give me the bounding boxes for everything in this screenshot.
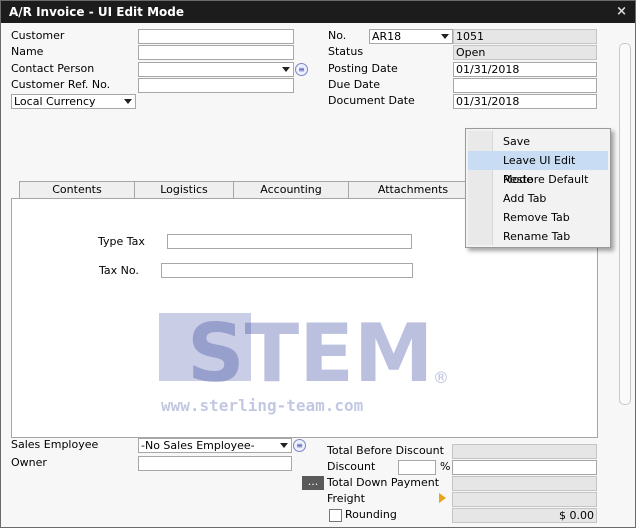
link-arrow-icon[interactable]: ≡ (293, 439, 306, 452)
total-down-payment-field (452, 476, 597, 491)
owner-field[interactable] (138, 456, 292, 471)
chevron-down-icon (282, 67, 290, 72)
window-title: A/R Invoice - UI Edit Mode (9, 5, 184, 19)
sales-employee-value: -No Sales Employee- (141, 439, 255, 452)
invoice-window: A/R Invoice - UI Edit Mode × Customer Na… (0, 0, 636, 528)
tax-no-label: Tax No. (99, 264, 139, 277)
total-down-payment-label: Total Down Payment (327, 476, 440, 489)
svg-text:www.sterling-team.com: www.sterling-team.com (161, 396, 364, 415)
no-label: No. (328, 29, 347, 42)
type-tax-label: Type Tax (98, 235, 145, 248)
chevron-down-icon (124, 99, 132, 104)
discount-percent-field[interactable] (398, 460, 436, 475)
customer-field[interactable] (138, 29, 294, 44)
tax-no-field[interactable] (161, 263, 413, 278)
tab-accounting[interactable]: Accounting (233, 181, 349, 198)
document-date-label: Document Date (328, 94, 415, 107)
chevron-down-icon (441, 34, 449, 39)
contact-person-dropdown[interactable] (138, 62, 294, 77)
rounding-amount-field: $ 0.00 (452, 508, 597, 523)
tab-attachments[interactable]: Attachments (348, 181, 478, 198)
chevron-down-icon (280, 443, 288, 448)
close-icon[interactable]: × (616, 4, 627, 19)
discount-label: Discount (327, 460, 376, 473)
menu-item-restore-default[interactable]: Restore Default (468, 170, 608, 189)
type-tax-field[interactable] (167, 234, 412, 249)
menu-item-remove-tab[interactable]: Remove Tab (468, 208, 608, 227)
document-number-field: 1051 (453, 29, 597, 44)
scrollbar-track[interactable] (619, 43, 631, 405)
stem-watermark-logo: STEM ® www.sterling-team.com (157, 307, 457, 419)
series-value: AR18 (372, 30, 402, 43)
currency-value: Local Currency (14, 95, 96, 108)
total-before-discount-field (452, 444, 597, 459)
menu-item-add-tab[interactable]: Add Tab (468, 189, 608, 208)
status-field: Open (453, 45, 597, 60)
freight-arrow-icon[interactable] (439, 493, 446, 503)
total-before-discount-label: Total Before Discount (327, 444, 444, 457)
document-date-field[interactable]: 01/31/2018 (453, 94, 597, 109)
vertical-scrollbar[interactable] (619, 43, 631, 405)
customer-ref-field[interactable] (138, 78, 294, 93)
sales-employee-dropdown[interactable]: -No Sales Employee- (138, 438, 292, 453)
svg-text:®: ® (433, 368, 449, 387)
contact-person-label: Contact Person (11, 62, 95, 75)
freight-label: Freight (327, 492, 365, 505)
name-field[interactable] (138, 45, 294, 60)
down-payment-browse-button[interactable]: ... (302, 476, 324, 490)
owner-label: Owner (11, 456, 47, 469)
menu-item-save[interactable]: Save (468, 132, 608, 151)
customer-ref-label: Customer Ref. No. (11, 78, 111, 91)
rounding-label: Rounding (345, 508, 397, 521)
link-arrow-icon[interactable]: ≡ (295, 63, 308, 76)
menu-item-rename-tab[interactable]: Rename Tab (468, 227, 608, 246)
context-menu: Save Leave UI Edit Mode Restore Default … (465, 128, 611, 248)
sales-employee-label: Sales Employee (11, 438, 99, 451)
menu-item-leave-ui-edit-mode[interactable]: Leave UI Edit Mode (468, 151, 608, 186)
status-label: Status (328, 45, 364, 58)
tab-contents[interactable]: Contents (19, 181, 135, 198)
svg-text:STEM: STEM (187, 309, 433, 400)
series-dropdown[interactable]: AR18 (369, 29, 453, 44)
discount-amount-field[interactable] (452, 460, 597, 475)
name-label: Name (11, 45, 44, 58)
tab-logistics[interactable]: Logistics (134, 181, 234, 198)
percent-sign: % (440, 460, 451, 473)
freight-field (452, 492, 597, 507)
rounding-checkbox[interactable] (329, 509, 342, 522)
currency-dropdown[interactable]: Local Currency (11, 94, 136, 109)
posting-date-field[interactable]: 01/31/2018 (453, 62, 597, 77)
due-date-label: Due Date (328, 78, 380, 91)
due-date-field[interactable] (453, 78, 597, 93)
customer-label: Customer (11, 29, 65, 42)
title-bar: A/R Invoice - UI Edit Mode × (1, 1, 635, 23)
posting-date-label: Posting Date (328, 62, 398, 75)
